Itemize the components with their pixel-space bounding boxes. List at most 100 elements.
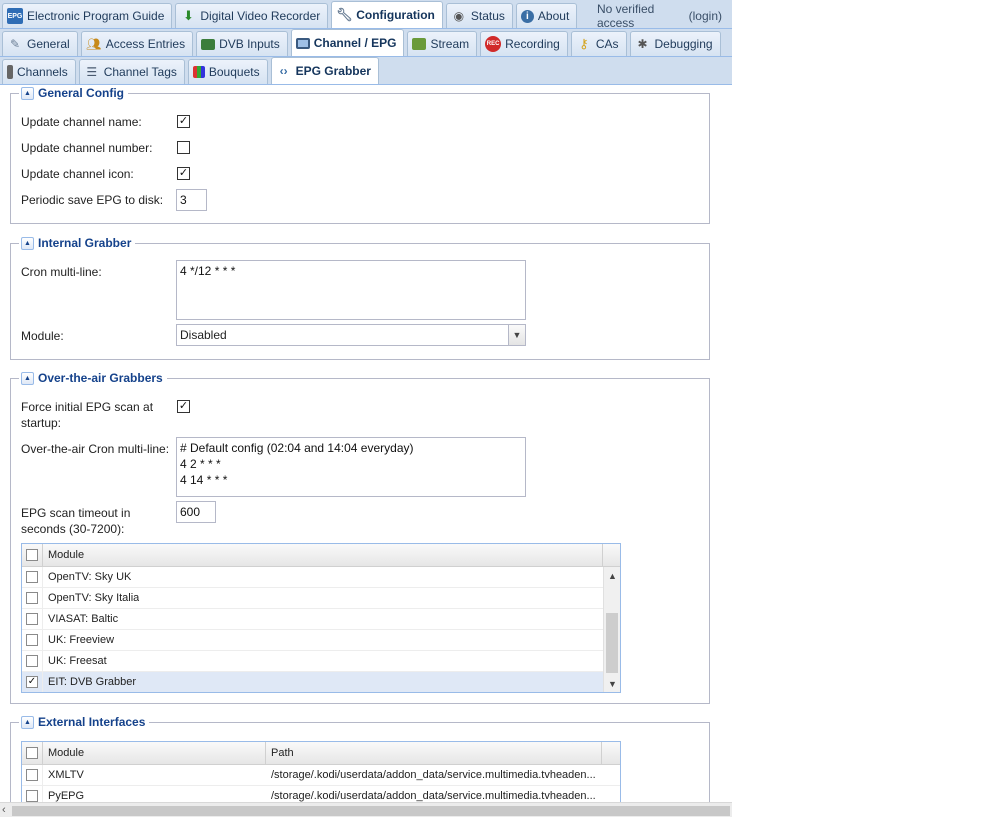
grid-scrollbar[interactable]: ▲ ▼ — [603, 567, 620, 692]
row-checkbox[interactable] — [26, 790, 38, 802]
force-scan-checkbox[interactable]: ✓ — [177, 400, 190, 413]
column-header-module[interactable]: Module — [43, 742, 266, 765]
tab-label: Channel Tags — [103, 65, 177, 79]
row-checkbox[interactable] — [26, 769, 38, 781]
ota-module-grid: Module OpenTV: Sky UK OpenTV: Sky Italia… — [21, 543, 621, 693]
collapse-icon[interactable]: ▲ — [21, 86, 34, 100]
module-name: OpenTV: Sky Italia — [48, 592, 140, 604]
ota-cron-textarea[interactable]: # Default config (02:04 and 14:04 everyd… — [176, 437, 526, 497]
cron-textarea[interactable]: 4 */12 * * * — [176, 260, 526, 320]
update-channel-name-checkbox[interactable]: ✓ — [177, 115, 190, 128]
row-checkbox[interactable] — [26, 634, 38, 646]
cron-line: 4 2 * * * — [180, 457, 221, 471]
section-title: Internal Grabber — [38, 236, 132, 250]
update-channel-number-checkbox[interactable] — [177, 141, 190, 154]
scroll-down-icon[interactable]: ▼ — [604, 675, 620, 692]
tab-bouquets[interactable]: Bouquets — [187, 59, 268, 84]
tab-access-entries[interactable]: 👥︎ Access Entries — [80, 31, 194, 56]
tab-channels[interactable]: Channels — [2, 59, 76, 84]
tab-epg[interactable]: EPG Electronic Program Guide — [2, 3, 173, 28]
timeout-label-line1: EPG scan timeout in — [21, 506, 131, 520]
row-checkbox[interactable]: ✓ — [26, 676, 38, 688]
force-scan-label-line1: Force initial EPG scan at — [21, 400, 154, 414]
module-name: UK: Freesat — [48, 655, 107, 667]
table-row[interactable]: PyEPG /storage/.kodi/userdata/addon_data… — [22, 786, 620, 802]
tab-recording[interactable]: REC Recording — [480, 31, 568, 56]
tab-dvb-inputs[interactable]: DVB Inputs — [196, 31, 288, 56]
table-row[interactable]: VIASAT: Baltic — [22, 609, 603, 630]
tab-status[interactable]: ◉ Status — [445, 3, 513, 28]
row-checkbox[interactable] — [26, 571, 38, 583]
scroll-thumb[interactable] — [606, 613, 618, 673]
timeout-input[interactable]: 600 — [176, 501, 216, 523]
tab-label: EPG Grabber — [295, 64, 371, 78]
column-header-path[interactable]: Path — [266, 742, 602, 765]
tab-label: DVB Inputs — [219, 37, 280, 51]
tab-label: Status — [470, 9, 505, 23]
force-scan-label-line2: startup: — [21, 416, 62, 430]
grid-header: Module — [22, 544, 620, 567]
module-label: Module: — [21, 329, 64, 343]
row-checkbox-cell — [22, 786, 43, 802]
tab-label: Electronic Program Guide — [27, 9, 165, 23]
table-row[interactable]: UK: Freesat — [22, 651, 603, 672]
tab-label: Stream — [430, 37, 470, 51]
tab-dvr[interactable]: ⬇ Digital Video Recorder — [175, 3, 329, 28]
timeout-label-line2: seconds (30-7200): — [21, 522, 125, 536]
tree-icon: ☰ — [86, 65, 98, 79]
module-name: UK: Freeview — [48, 634, 115, 646]
collapse-icon[interactable]: ▲ — [21, 715, 34, 729]
row-checkbox-cell — [22, 765, 43, 786]
tab-epg-grabber[interactable]: ‹› EPG Grabber — [270, 57, 379, 84]
bug-icon: ✱ — [637, 37, 648, 51]
collapse-icon[interactable]: ▲ — [21, 371, 34, 385]
tab-configuration[interactable]: 🔧︎ Configuration — [331, 1, 443, 28]
stream-icon — [412, 38, 427, 50]
update-channel-number-label: Update channel number: — [21, 141, 153, 155]
tab-label: Recording — [505, 37, 560, 51]
tab-cas[interactable]: ⚷ CAs — [570, 31, 627, 56]
tab-general[interactable]: ✎ General — [2, 31, 78, 56]
page-horizontal-scrollbar[interactable]: ‹ — [0, 802, 732, 817]
row-checkbox[interactable] — [26, 592, 38, 604]
row-checkbox[interactable] — [26, 655, 38, 667]
scroll-thumb[interactable] — [12, 806, 730, 816]
tab-channel-tags[interactable]: ☰ Channel Tags — [78, 59, 185, 84]
collapse-icon[interactable]: ▲ — [21, 236, 34, 250]
module-select[interactable]: Disabled ▼ — [176, 324, 526, 346]
tab-label: Channels — [17, 65, 68, 79]
select-all-checkbox[interactable] — [26, 549, 38, 561]
tv-icon — [295, 37, 310, 49]
table-row[interactable]: OpenTV: Sky UK — [22, 567, 603, 588]
external-interfaces-legend: ▲ External Interfaces — [19, 715, 150, 729]
row-checkbox-cell — [22, 630, 43, 651]
update-channel-icon-label: Update channel icon: — [21, 167, 134, 181]
ota-cron-label: Over-the-air Cron multi-line: — [21, 442, 170, 456]
tab-debugging[interactable]: ✱ Debugging — [629, 31, 721, 56]
row-checkbox[interactable] — [26, 613, 38, 625]
update-channel-icon-checkbox[interactable]: ✓ — [177, 167, 190, 180]
tab-stream[interactable]: Stream — [407, 31, 478, 56]
channel-tab-bar: Channels ☰ Channel Tags Bouquets ‹› EPG … — [0, 57, 732, 85]
scroll-up-icon[interactable]: ▲ — [604, 567, 620, 584]
table-row[interactable]: XMLTV /storage/.kodi/userdata/addon_data… — [22, 765, 620, 786]
epg-grabber-form: ▲ General Config Update channel name: ✓ … — [0, 86, 732, 802]
tab-channel-epg[interactable]: Channel / EPG — [290, 29, 405, 56]
row-checkbox-cell: ✓ — [22, 672, 43, 692]
login-link[interactable]: (login) — [689, 3, 732, 28]
wrench-icon: 🔧︎ — [335, 7, 353, 22]
select-all-checkbox[interactable] — [26, 747, 38, 759]
chevron-down-icon[interactable]: ▼ — [508, 325, 525, 345]
interface-path: /storage/.kodi/userdata/addon_data/servi… — [271, 790, 596, 802]
tab-about[interactable]: i About — [515, 3, 578, 28]
table-row[interactable]: OpenTV: Sky Italia — [22, 588, 603, 609]
top-tab-bar: EPG Electronic Program Guide ⬇ Digital V… — [0, 0, 732, 30]
periodic-save-input[interactable]: 3 — [176, 189, 207, 211]
table-row[interactable]: UK: Freeview — [22, 630, 603, 651]
scroll-left-icon[interactable]: ‹ — [2, 803, 6, 817]
wrench-icon: ✎ — [9, 37, 21, 51]
interface-module: XMLTV — [48, 769, 84, 781]
table-row-selected[interactable]: ✓ EIT: DVB Grabber — [22, 672, 603, 692]
info-icon: i — [520, 9, 534, 23]
column-header-module[interactable]: Module — [43, 544, 603, 567]
